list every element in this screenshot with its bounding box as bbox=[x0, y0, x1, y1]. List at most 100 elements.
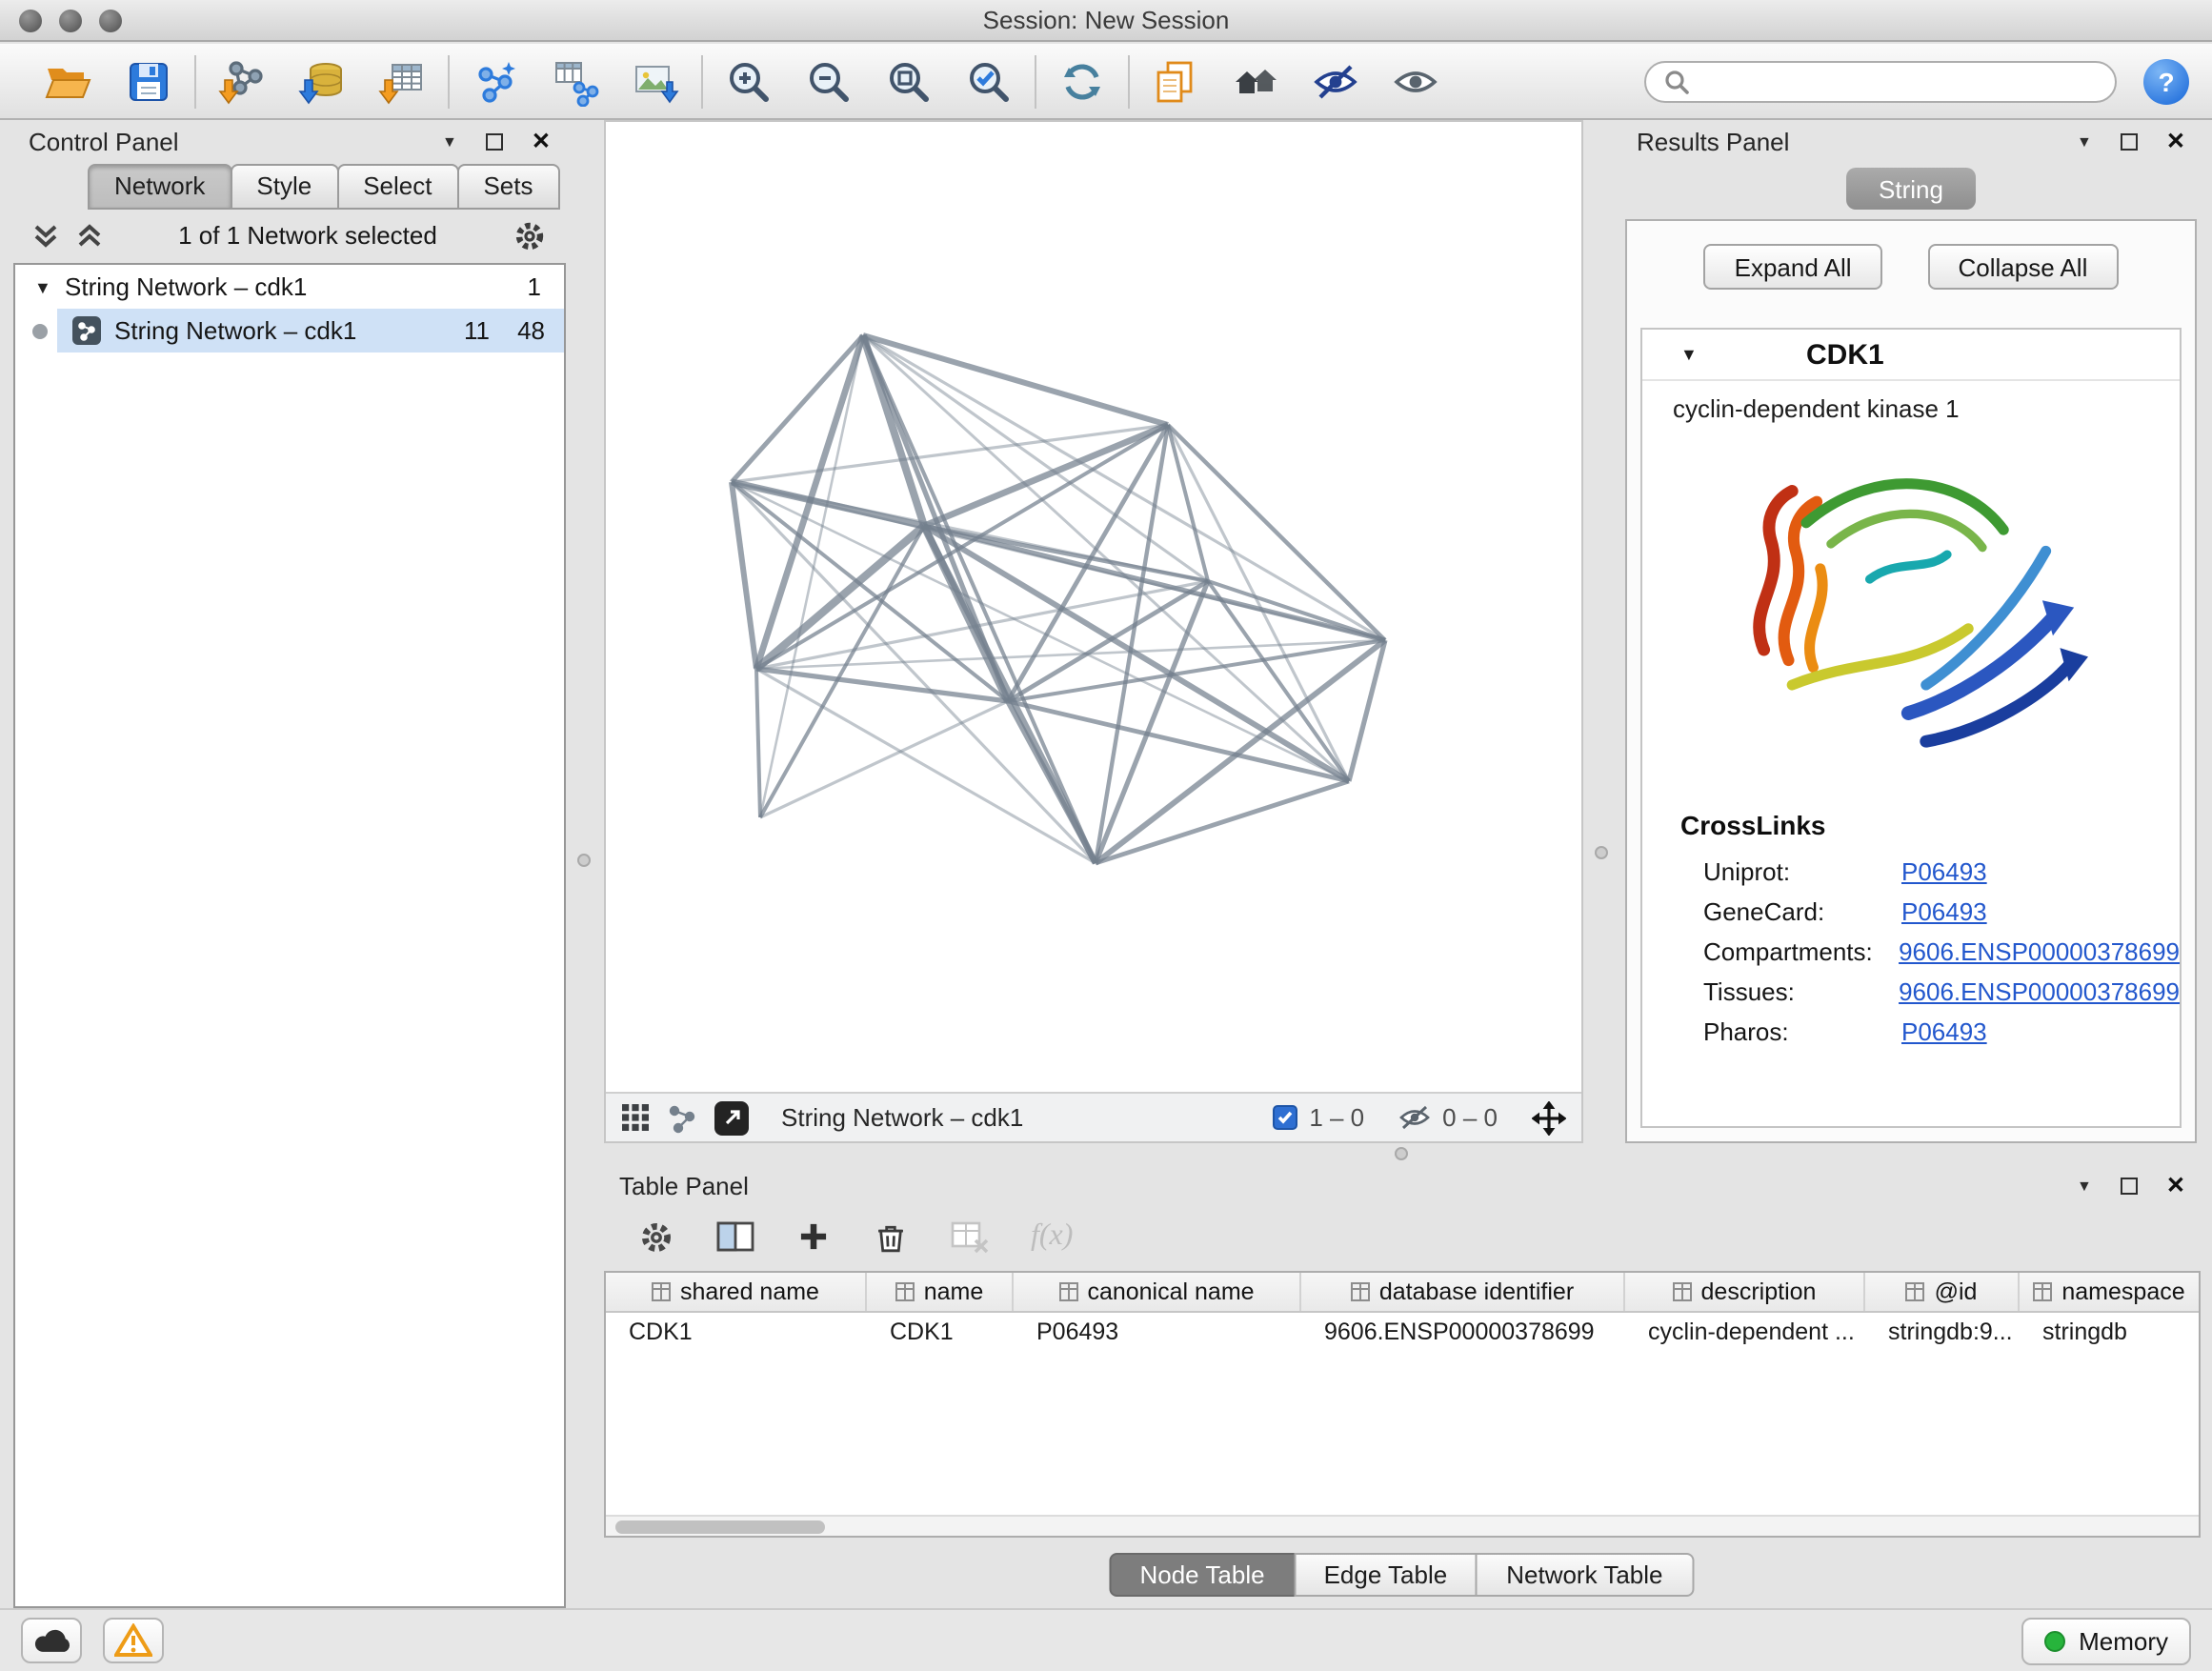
splitter-handle[interactable] bbox=[1395, 1147, 1408, 1160]
panel-menu-icon[interactable]: ▼ bbox=[2077, 132, 2092, 150]
column-header[interactable]: database identifier bbox=[1301, 1273, 1625, 1311]
share-network-icon[interactable] bbox=[667, 1102, 697, 1133]
zoom-out-icon[interactable] bbox=[802, 54, 855, 108]
selected-count: 1 – 0 bbox=[1309, 1103, 1364, 1132]
add-row-icon[interactable] bbox=[796, 1219, 831, 1254]
hide-selected-eye-icon[interactable] bbox=[1309, 54, 1362, 108]
tree-expander-icon[interactable]: ▼ bbox=[34, 277, 65, 296]
table-cell: CDK1 bbox=[606, 1313, 867, 1351]
crosslink-label: Compartments: bbox=[1703, 937, 1899, 966]
crosslink-link[interactable]: 9606.ENSP00000378699 bbox=[1899, 977, 2180, 1006]
crosslink-link[interactable]: 9606.ENSP00000378699 bbox=[1899, 937, 2180, 966]
panel-float-icon[interactable] bbox=[486, 132, 503, 150]
results-panel: Results Panel ▼ ✕ String Expand All Coll… bbox=[1621, 120, 2201, 1143]
splitter-handle[interactable] bbox=[577, 854, 591, 867]
copy-icon[interactable] bbox=[1149, 54, 1202, 108]
panel-float-icon[interactable] bbox=[2121, 1177, 2138, 1194]
column-header[interactable]: @id bbox=[1865, 1273, 2020, 1311]
column-header[interactable]: namespace bbox=[2020, 1273, 2199, 1311]
new-network-icon[interactable] bbox=[469, 54, 522, 108]
maximize-window-icon[interactable] bbox=[99, 10, 122, 32]
close-window-icon[interactable] bbox=[19, 10, 42, 32]
help-icon[interactable]: ? bbox=[2143, 58, 2189, 104]
crosslink-label: Pharos: bbox=[1703, 1017, 1901, 1046]
search-input[interactable] bbox=[1644, 60, 2117, 102]
grid-view-icon[interactable] bbox=[621, 1103, 650, 1132]
pan-crosshair-icon[interactable] bbox=[1532, 1100, 1566, 1135]
delete-row-icon[interactable] bbox=[873, 1218, 909, 1255]
network-edge-count: 48 bbox=[503, 316, 545, 345]
tab-string[interactable]: String bbox=[1846, 168, 1976, 210]
splitter-handle[interactable] bbox=[1595, 846, 1608, 859]
export-image-icon[interactable] bbox=[629, 54, 682, 108]
minimize-window-icon[interactable] bbox=[59, 10, 82, 32]
column-header[interactable]: name bbox=[867, 1273, 1014, 1311]
table-row[interactable]: CDK1 CDK1 P06493 9606.ENSP00000378699 cy… bbox=[606, 1313, 2199, 1351]
network-collection-row[interactable]: ▼ String Network – cdk1 1 bbox=[15, 265, 564, 309]
network-row-selected[interactable]: String Network – cdk1 11 48 bbox=[57, 309, 564, 352]
panel-menu-icon[interactable]: ▼ bbox=[2077, 1177, 2092, 1194]
network-row[interactable]: String Network – cdk1 11 48 bbox=[15, 309, 564, 352]
table-panel-header: Table Panel ▼ ✕ bbox=[604, 1164, 2201, 1206]
tab-style[interactable]: Style bbox=[230, 164, 338, 210]
crosslink-link[interactable]: P06493 bbox=[1901, 897, 1987, 926]
crosslink-link[interactable]: P06493 bbox=[1901, 857, 1987, 886]
refresh-view-icon[interactable] bbox=[1056, 54, 1109, 108]
column-header[interactable]: shared name bbox=[606, 1273, 867, 1311]
column-header[interactable]: canonical name bbox=[1014, 1273, 1301, 1311]
window-controls bbox=[19, 10, 122, 32]
main-toolbar: ? bbox=[0, 44, 2212, 120]
crosslink-link[interactable]: P06493 bbox=[1901, 1017, 1987, 1046]
network-options-gear-icon[interactable] bbox=[513, 218, 547, 252]
collapse-all-button[interactable]: Collapse All bbox=[1928, 244, 2119, 290]
zoom-in-icon[interactable] bbox=[722, 54, 775, 108]
save-session-icon[interactable] bbox=[122, 54, 175, 108]
tab-node-table[interactable]: Node Table bbox=[1109, 1553, 1295, 1597]
horizontal-scrollbar[interactable] bbox=[606, 1515, 2199, 1536]
import-network-database-icon[interactable] bbox=[295, 54, 349, 108]
first-neighbors-icon[interactable] bbox=[1229, 54, 1282, 108]
application-window: Session: New Session bbox=[0, 0, 2212, 1671]
cloud-button[interactable] bbox=[21, 1618, 82, 1663]
panel-float-icon[interactable] bbox=[2121, 132, 2138, 150]
settings-gear-icon[interactable] bbox=[638, 1218, 674, 1255]
column-header[interactable]: description bbox=[1625, 1273, 1865, 1311]
search-field[interactable] bbox=[1701, 67, 2098, 95]
table-cell: stringdb:9... bbox=[1865, 1313, 2020, 1351]
zoom-fit-icon[interactable] bbox=[882, 54, 935, 108]
tab-network-table[interactable]: Network Table bbox=[1476, 1553, 1693, 1597]
selected-checkbox-icon[interactable] bbox=[1273, 1105, 1297, 1130]
column-type-icon bbox=[652, 1282, 671, 1301]
import-network-file-icon[interactable] bbox=[215, 54, 269, 108]
tab-edge-table[interactable]: Edge Table bbox=[1294, 1553, 1478, 1597]
collapse-all-icon[interactable] bbox=[32, 222, 59, 249]
panel-close-icon[interactable]: ✕ bbox=[2166, 1172, 2185, 1198]
tab-sets[interactable]: Sets bbox=[456, 164, 559, 210]
network-graph[interactable] bbox=[606, 122, 1581, 1092]
panel-close-icon[interactable]: ✕ bbox=[532, 128, 551, 154]
zoom-selected-icon[interactable] bbox=[962, 54, 1016, 108]
control-panel-tabs: Network Style Select Sets bbox=[90, 164, 560, 210]
protein-entry-header[interactable]: ▼ CDK1 bbox=[1642, 330, 2180, 381]
crosslink-label: Uniprot: bbox=[1703, 857, 1901, 886]
network-from-table-icon[interactable] bbox=[549, 54, 602, 108]
entry-collapse-icon[interactable]: ▼ bbox=[1680, 345, 1698, 364]
open-in-window-icon[interactable] bbox=[714, 1100, 749, 1135]
tab-select[interactable]: Select bbox=[336, 164, 458, 210]
import-table-icon[interactable] bbox=[375, 54, 429, 108]
open-session-icon[interactable] bbox=[42, 54, 95, 108]
warnings-button[interactable] bbox=[103, 1618, 164, 1663]
results-panel-header: Results Panel ▼ ✕ bbox=[1621, 120, 2201, 162]
protein-description: cyclin-dependent kinase 1 bbox=[1642, 381, 2180, 423]
network-node-count: 11 bbox=[448, 316, 490, 345]
crosslink-label: Tissues: bbox=[1703, 977, 1899, 1006]
scrollbar-thumb[interactable] bbox=[615, 1520, 825, 1534]
panel-close-icon[interactable]: ✕ bbox=[2166, 128, 2185, 154]
show-all-eye-icon[interactable] bbox=[1389, 54, 1442, 108]
tab-network[interactable]: Network bbox=[88, 164, 231, 210]
memory-button[interactable]: Memory bbox=[2021, 1617, 2191, 1664]
expand-all-icon[interactable] bbox=[76, 222, 103, 249]
expand-all-button[interactable]: Expand All bbox=[1704, 244, 1882, 290]
column-visibility-icon[interactable] bbox=[716, 1219, 754, 1254]
panel-menu-icon[interactable]: ▼ bbox=[442, 132, 457, 150]
